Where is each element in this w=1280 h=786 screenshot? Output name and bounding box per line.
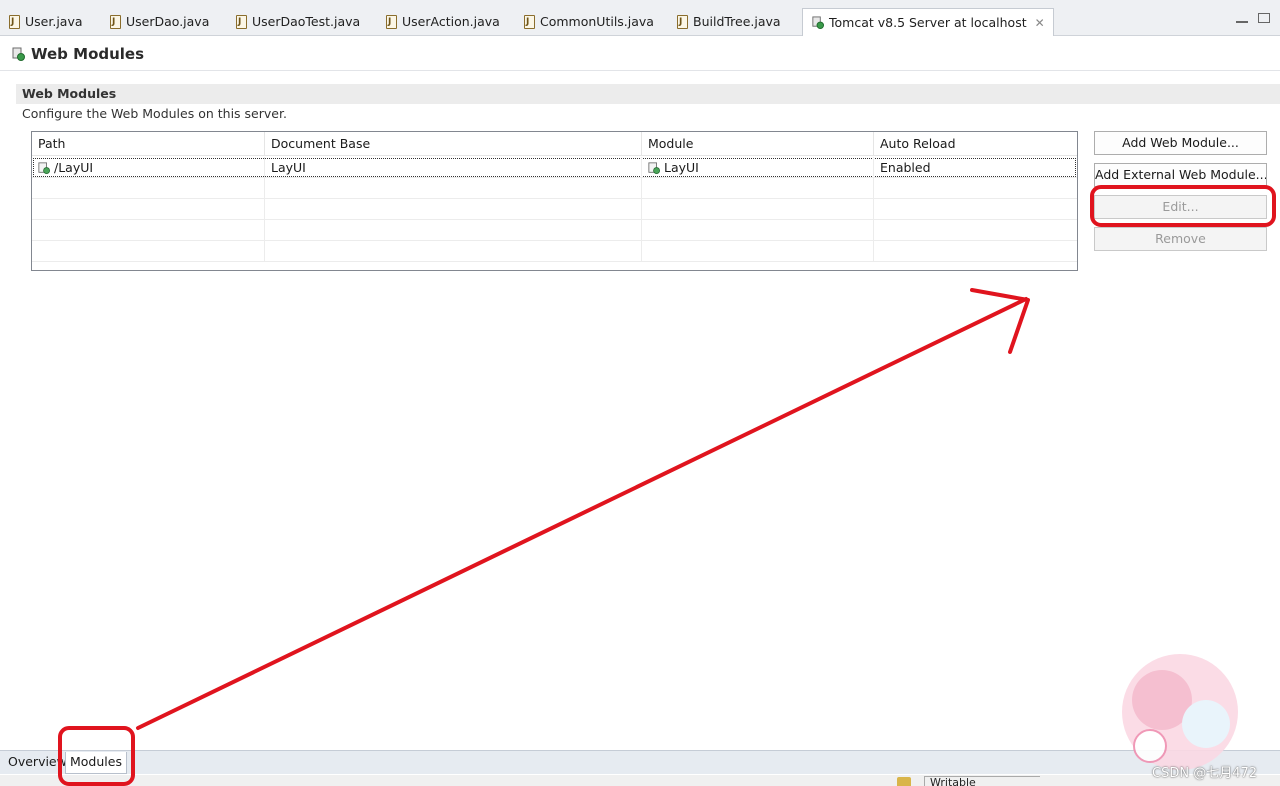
web-module-icon — [648, 162, 660, 174]
empty-cell — [642, 178, 874, 199]
editor-page-tabs — [0, 750, 1280, 774]
tab-modules[interactable]: Modules — [65, 752, 127, 774]
column-header-path[interactable]: Path — [32, 132, 265, 156]
column-header-module[interactable]: Module — [642, 132, 874, 156]
tab-user-java[interactable]: User.java — [9, 10, 83, 34]
page-header: Web Modules — [0, 37, 1280, 71]
annotation-arrow-head — [970, 288, 1030, 354]
tab-userdaotest-java[interactable]: UserDaoTest.java — [236, 10, 360, 34]
status-bar — [0, 775, 1280, 786]
editor-tab-bar: User.java UserDao.java UserDaoTest.java … — [0, 0, 1280, 36]
table-row-empty — [32, 178, 1077, 199]
java-file-icon — [9, 10, 20, 34]
section-description: Configure the Web Modules on this server… — [22, 106, 287, 121]
maximize-icon[interactable] — [1258, 13, 1270, 23]
empty-cell — [265, 199, 642, 220]
watermark: CSDN @七月472 — [1152, 766, 1258, 781]
empty-cell — [32, 241, 265, 262]
folder-icon — [897, 777, 911, 786]
section-title: Web Modules — [22, 86, 117, 101]
edit-button[interactable]: Edit... — [1094, 195, 1267, 219]
empty-cell — [32, 220, 265, 241]
tab-userdao-java[interactable]: UserDao.java — [110, 10, 209, 34]
java-file-icon — [386, 10, 397, 34]
tab-buildtree-java[interactable]: BuildTree.java — [677, 10, 781, 34]
java-file-icon — [524, 10, 535, 34]
remove-button[interactable]: Remove — [1094, 227, 1267, 251]
add-external-web-module-button[interactable]: Add External Web Module... — [1094, 163, 1267, 187]
table-header: Path Document Base Module Auto Reload — [32, 132, 1077, 156]
annotation-arrow-line — [136, 297, 1028, 730]
table-row[interactable]: /LayUI LayUI LayUI Enabled — [32, 157, 1077, 178]
tab-overview[interactable]: Overview — [4, 752, 71, 774]
tab-commonutils-java[interactable]: CommonUtils.java — [524, 10, 654, 34]
java-file-icon — [236, 10, 247, 34]
status-writable: Writable — [924, 776, 1040, 786]
tab-useraction-java[interactable]: UserAction.java — [386, 10, 500, 34]
java-file-icon — [677, 10, 688, 34]
tab-tomcat-server[interactable]: Tomcat v8.5 Server at localhost ✕ — [802, 8, 1054, 36]
column-header-document-base[interactable]: Document Base — [265, 132, 642, 156]
server-icon — [812, 16, 824, 29]
java-file-icon — [110, 10, 121, 34]
empty-cell — [265, 220, 642, 241]
minimize-icon[interactable] — [1236, 17, 1248, 23]
column-header-auto-reload[interactable]: Auto Reload — [874, 132, 1077, 156]
empty-cell — [32, 178, 265, 199]
empty-cell — [265, 178, 642, 199]
server-icon — [12, 47, 25, 61]
page-title: Web Modules — [31, 45, 145, 63]
table-row-empty — [32, 241, 1077, 262]
add-web-module-button[interactable]: Add Web Module... — [1094, 131, 1267, 155]
empty-cell — [32, 199, 265, 220]
web-modules-table[interactable]: Path Document Base Module Auto Reload /L… — [31, 131, 1078, 271]
cell-document-base: LayUI — [265, 157, 642, 178]
empty-cell — [642, 220, 874, 241]
close-tab-icon[interactable]: ✕ — [1035, 16, 1045, 30]
window-controls — [1226, 12, 1270, 26]
section-header-bar — [16, 84, 1280, 104]
empty-cell — [642, 199, 874, 220]
table-row-empty — [32, 199, 1077, 220]
empty-cell — [265, 241, 642, 262]
cell-path: /LayUI — [32, 157, 265, 178]
cell-auto-reload: Enabled — [880, 160, 931, 175]
table-row-empty — [32, 220, 1077, 241]
web-module-icon — [38, 162, 50, 174]
empty-cell — [642, 241, 874, 262]
cell-module: LayUI — [642, 157, 874, 178]
